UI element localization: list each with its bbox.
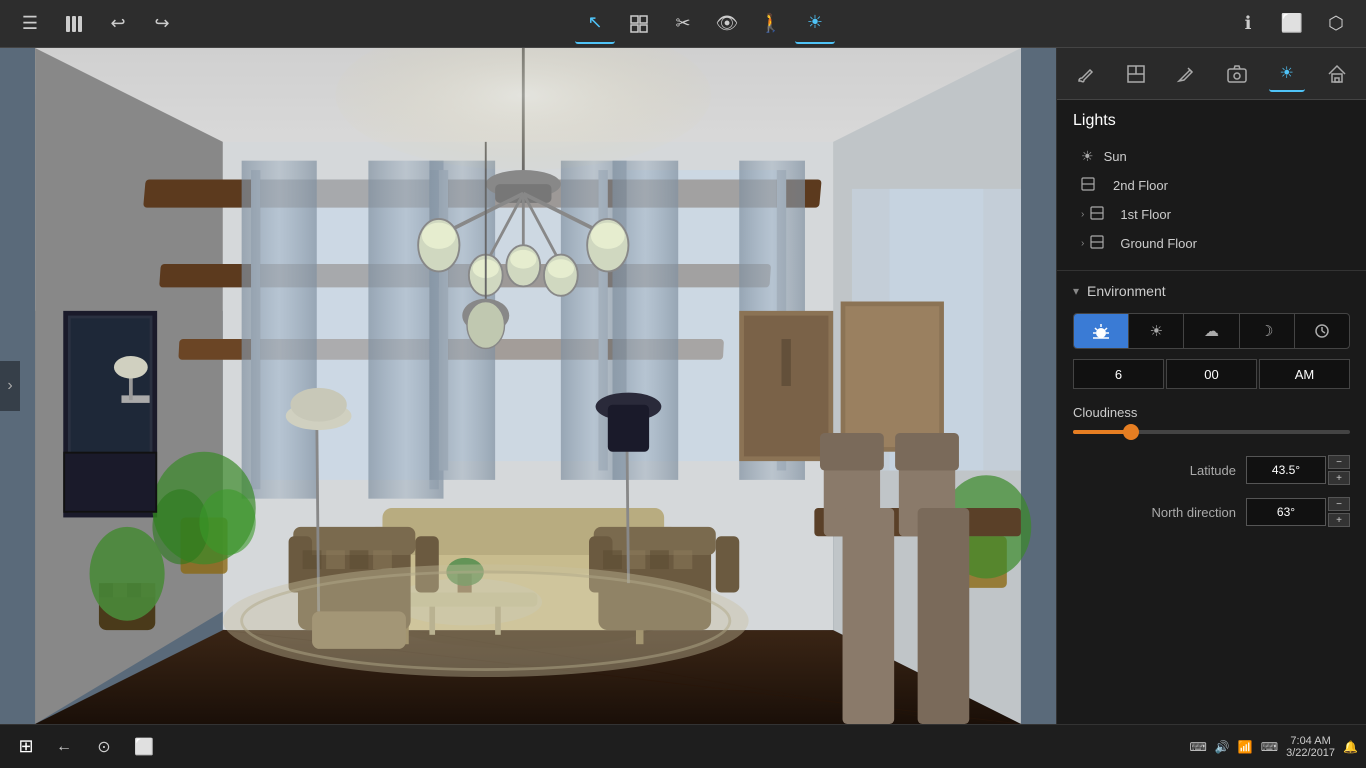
info-button[interactable]: ℹ xyxy=(1228,4,1268,44)
time-of-day-selector: ☀ ☁ ☽ xyxy=(1073,313,1350,349)
menu-button[interactable]: ☰ xyxy=(10,4,50,44)
walk-button[interactable]: 🚶 xyxy=(751,4,791,44)
ampm-value: AM xyxy=(1295,367,1315,382)
panel-paint-button[interactable] xyxy=(1068,56,1104,92)
latitude-row: Latitude 43.5° − + xyxy=(1073,454,1350,486)
ground-floor-light-label: Ground Floor xyxy=(1120,236,1197,251)
north-direction-value: 63° xyxy=(1277,505,1295,519)
slider-thumb[interactable] xyxy=(1123,424,1139,440)
main-content: › xyxy=(0,48,1366,724)
north-controls: − + xyxy=(1328,496,1350,528)
north-increase-button[interactable]: + xyxy=(1328,513,1350,527)
undo-button[interactable]: ↩ xyxy=(98,4,138,44)
north-decrease-button[interactable]: − xyxy=(1328,497,1350,511)
slider-fill xyxy=(1073,430,1128,434)
right-panel: ☀ Lights ☀ Sun 2nd Floor xyxy=(1056,48,1366,724)
latitude-controls: − + xyxy=(1328,454,1350,486)
latitude-decrease-button[interactable]: − xyxy=(1328,455,1350,469)
floor-icon-g xyxy=(1090,235,1104,252)
notification-icon: 🔔 xyxy=(1343,740,1358,754)
latitude-label: Latitude xyxy=(1073,463,1236,478)
library-button[interactable] xyxy=(54,4,94,44)
panel-floor-button[interactable] xyxy=(1118,56,1154,92)
latitude-input[interactable]: 43.5° xyxy=(1246,456,1326,484)
2nd-floor-light-item[interactable]: 2nd Floor xyxy=(1073,171,1350,200)
day-button[interactable]: ☀ xyxy=(1129,314,1184,348)
cloudiness-label: Cloudiness xyxy=(1073,405,1350,420)
arrange-button[interactable] xyxy=(619,4,659,44)
sun-light-label: Sun xyxy=(1104,149,1127,164)
time-inputs: 6 00 AM xyxy=(1073,359,1350,389)
chevron-icon-1st: › xyxy=(1081,209,1084,220)
language-icon: ⌨ xyxy=(1261,740,1278,754)
2nd-floor-light-label: 2nd Floor xyxy=(1113,178,1168,193)
back-button[interactable]: ← xyxy=(46,729,82,765)
hour-value: 6 xyxy=(1115,367,1122,382)
view-button[interactable]: 👁 xyxy=(707,4,747,44)
sun-icon: ☀ xyxy=(1081,148,1094,165)
custom-time-button[interactable] xyxy=(1295,314,1349,348)
panel-camera-button[interactable] xyxy=(1219,56,1255,92)
1st-floor-light-item[interactable]: › 1st Floor xyxy=(1073,200,1350,229)
1st-floor-light-label: 1st Floor xyxy=(1120,207,1171,222)
env-chevron-icon: ▾ xyxy=(1073,284,1079,298)
lights-title: Lights xyxy=(1073,112,1350,130)
chevron-icon-ground: › xyxy=(1081,238,1084,249)
environment-header[interactable]: ▾ Environment xyxy=(1073,283,1350,299)
floor-icon-1 xyxy=(1090,206,1104,223)
ampm-input[interactable]: AM xyxy=(1259,359,1350,389)
panel-toolbar: ☀ xyxy=(1057,48,1366,100)
floor-icon-2 xyxy=(1081,177,1095,194)
minute-value: 00 xyxy=(1204,367,1218,382)
panel-sun-button[interactable]: ☀ xyxy=(1269,56,1305,92)
sun-light-item[interactable]: ☀ Sun xyxy=(1073,142,1350,171)
cloudy-button[interactable]: ☁ xyxy=(1184,314,1239,348)
environment-section: ▾ Environment ☀ ☁ ☽ 6 xyxy=(1057,271,1366,724)
frame-button[interactable]: ⬜ xyxy=(1272,4,1312,44)
lighting-button[interactable]: ☀ xyxy=(795,4,835,44)
hour-input[interactable]: 6 xyxy=(1073,359,1164,389)
bottom-taskbar: ⊞ ← ⊙ ⬜ ⌨ 🔊 📶 ⌨ 7:04 AM 3/22/2017 🔔 xyxy=(0,724,1366,768)
start-button[interactable]: ⊞ xyxy=(8,729,44,765)
select-button[interactable]: ↖ xyxy=(575,4,615,44)
ground-floor-light-item[interactable]: › Ground Floor xyxy=(1073,229,1350,258)
collapse-left-button[interactable]: › xyxy=(0,361,20,411)
minute-input[interactable]: 00 xyxy=(1166,359,1257,389)
system-clock: 7:04 AM 3/22/2017 xyxy=(1286,735,1335,759)
environment-label: Environment xyxy=(1087,283,1166,299)
latitude-value: 43.5° xyxy=(1272,463,1300,477)
cortana-button[interactable]: ⊙ xyxy=(86,729,122,765)
cut-button[interactable]: ✂ xyxy=(663,4,703,44)
dawn-button[interactable] xyxy=(1074,314,1129,348)
panel-house-button[interactable] xyxy=(1319,56,1355,92)
panel-edit-button[interactable] xyxy=(1168,56,1204,92)
top-toolbar: ☰ ↩ ↪ ↖ ✂ 👁 🚶 ☀ ℹ ⬜ ⬡ xyxy=(0,0,1366,48)
lights-section: Lights ☀ Sun 2nd Floor › 1st Floor › xyxy=(1057,100,1366,271)
slider-track xyxy=(1073,430,1350,434)
north-direction-row: North direction 63° − + xyxy=(1073,496,1350,528)
cube-button[interactable]: ⬡ xyxy=(1316,4,1356,44)
volume-icon: 🔊 xyxy=(1215,740,1230,754)
date-display: 3/22/2017 xyxy=(1286,747,1335,759)
redo-button[interactable]: ↪ xyxy=(142,4,182,44)
latitude-increase-button[interactable]: + xyxy=(1328,471,1350,485)
north-direction-input[interactable]: 63° xyxy=(1246,498,1326,526)
3d-viewport[interactable]: › xyxy=(0,48,1056,724)
keyboard-icon: ⌨ xyxy=(1190,740,1207,754)
night-button[interactable]: ☽ xyxy=(1240,314,1295,348)
system-tray: ⌨ 🔊 📶 ⌨ 7:04 AM 3/22/2017 🔔 xyxy=(1190,735,1358,759)
cloudiness-slider[interactable] xyxy=(1073,430,1350,434)
north-direction-label: North direction xyxy=(1073,505,1236,520)
time-display: 7:04 AM xyxy=(1290,735,1330,747)
task-view-button[interactable]: ⬜ xyxy=(126,729,162,765)
network-icon: 📶 xyxy=(1238,740,1253,754)
